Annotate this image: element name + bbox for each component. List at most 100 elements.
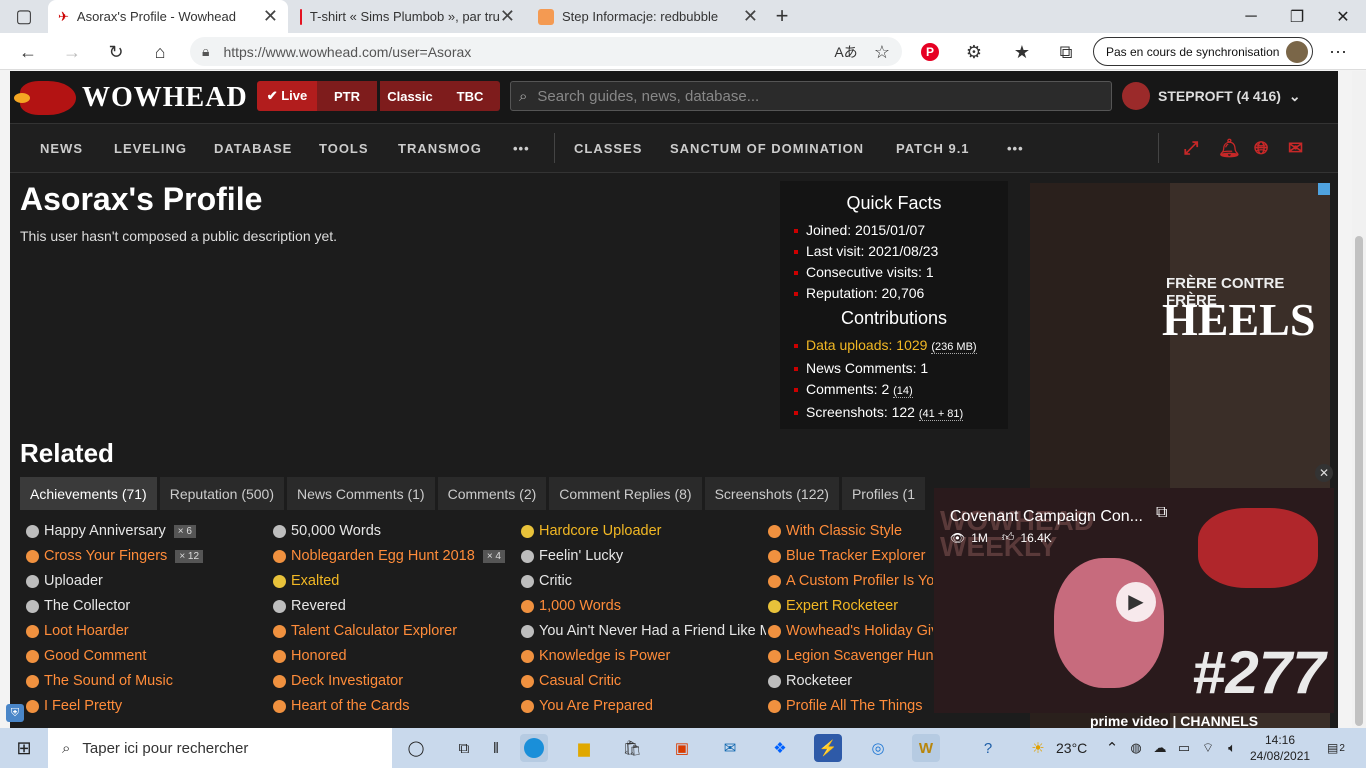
add-favorite-icon[interactable]: ☆ — [868, 38, 896, 66]
achievement-item[interactable]: Rocketeer — [768, 673, 933, 689]
maximize-icon[interactable]: ❐ — [1274, 0, 1320, 33]
office-icon[interactable]: ▣ — [668, 734, 696, 762]
menu-database[interactable]: DATABASE — [214, 123, 292, 173]
reload-icon[interactable]: ↻ — [102, 38, 130, 66]
achievement-item[interactable]: The Collector — [26, 598, 266, 614]
achievement-item[interactable]: You Ain't Never Had a Friend Like Me — [521, 623, 766, 639]
more-menu-icon[interactable]: ⋯ — [1324, 38, 1352, 66]
browser-tab[interactable]: T-shirt « Sims Plumbob », par tru ✕ — [290, 0, 525, 33]
edge-icon[interactable] — [520, 734, 548, 762]
tab-actions-icon[interactable]: ▢ — [10, 2, 38, 30]
achievement-item[interactable]: Happy Anniversary × 6 — [26, 523, 266, 539]
search-input[interactable]: ⌕ Search guides, news, database... — [510, 81, 1112, 111]
pinterest-icon[interactable]: P — [916, 38, 944, 66]
mail-icon[interactable]: ✉ — [1288, 123, 1304, 173]
clock[interactable]: 14:16 24/08/2021 — [1250, 732, 1310, 764]
temperature[interactable]: 23°C — [1056, 740, 1087, 756]
extensions-icon[interactable]: ⚙ — [960, 38, 988, 66]
achievement-item[interactable]: Cross Your Fingers × 12 — [26, 548, 266, 564]
achievement-item[interactable]: Critic — [521, 573, 766, 589]
wowhead-logo[interactable]: WOWHEAD — [14, 81, 248, 115]
external-link-icon[interactable]: ⧉ — [1156, 504, 1167, 522]
play-icon[interactable]: ▶ — [1116, 582, 1156, 622]
achievement-item[interactable]: Loot Hoarder — [26, 623, 266, 639]
taskbar-search[interactable]: ⌕ Taper ici pour rechercher — [48, 728, 392, 768]
close-tab-icon[interactable]: ✕ — [743, 6, 758, 27]
achievement-item[interactable]: Hardcore Uploader — [521, 523, 766, 539]
browser-tab-active[interactable]: ✈ Asorax's Profile - Wowhead ✕ — [48, 0, 288, 33]
dropbox-icon[interactable]: ❖ — [766, 734, 794, 762]
bluetooth-app-icon[interactable]: ◎ — [864, 734, 892, 762]
collections-icon[interactable]: ⧉ — [1052, 38, 1080, 66]
bell-icon[interactable]: 🔔︎ — [1218, 123, 1242, 173]
volume-icon[interactable]: 🔈︎ — [1218, 734, 1246, 762]
achievement-item[interactable]: You Are Prepared — [521, 698, 766, 714]
notification-icon[interactable]: ▤ 2 — [1322, 734, 1350, 762]
achievement-item[interactable]: Revered — [273, 598, 513, 614]
windows-start-icon[interactable]: ⊞ — [10, 734, 38, 762]
tab-profiles[interactable]: Profiles (1 — [841, 477, 925, 510]
version-classic-button[interactable]: Classic — [380, 81, 440, 111]
achievement-item[interactable]: Legion Scavenger Hunt — [768, 648, 933, 664]
menu-classes[interactable]: CLASSES — [574, 123, 642, 173]
achievement-item[interactable]: I Feel Pretty — [26, 698, 266, 714]
app-icon[interactable]: ⚡ — [814, 734, 842, 762]
menu-more-icon[interactable]: ••• — [1007, 123, 1024, 173]
close-video-icon[interactable]: ✕ — [1315, 464, 1333, 482]
sync-status-button[interactable]: Pas en cours de synchronisation — [1093, 37, 1313, 66]
menu-leveling[interactable]: LEVELING — [114, 123, 187, 173]
new-tab-button[interactable]: + — [768, 2, 796, 30]
achievement-item[interactable]: Knowledge is Power — [521, 648, 766, 664]
achievement-item[interactable]: Talent Calculator Explorer — [273, 623, 513, 639]
weather-icon[interactable]: ☀ — [1024, 734, 1052, 762]
version-live-button[interactable]: ✔ Live — [257, 81, 317, 111]
menu-patch[interactable]: PATCH 9.1 — [896, 123, 970, 173]
achievement-item[interactable]: Expert Rocketeer — [768, 598, 933, 614]
wow-launcher-icon[interactable]: W — [912, 734, 940, 762]
version-tbc-button[interactable]: TBC — [440, 81, 500, 111]
tab-comments[interactable]: Comments (2) — [437, 477, 547, 510]
tab-reputation[interactable]: Reputation (500) — [159, 477, 285, 510]
scrollbar-thumb[interactable] — [1355, 236, 1363, 726]
scrollbar[interactable] — [1352, 71, 1366, 728]
achievement-item[interactable]: A Custom Profiler Is You — [768, 573, 933, 589]
achievement-item[interactable]: Honored — [273, 648, 513, 664]
mail-app-icon[interactable]: ✉ — [716, 734, 744, 762]
close-window-icon[interactable]: ✕ — [1320, 0, 1366, 33]
achievement-item[interactable]: Wowhead's Holiday Giving — [768, 623, 933, 639]
achievement-item[interactable]: Uploader — [26, 573, 266, 589]
tab-screenshots[interactable]: Screenshots (122) — [704, 477, 839, 510]
achievement-item[interactable]: Profile All The Things — [768, 698, 933, 714]
menu-news[interactable]: NEWS — [40, 123, 83, 173]
achievement-item[interactable]: Noblegarden Egg Hunt 2018 × 4 — [273, 548, 513, 564]
globe-icon[interactable]: 🌐︎ — [1254, 123, 1269, 173]
store-icon[interactable]: 🛍︎ — [618, 734, 646, 762]
tab-comment-replies[interactable]: Comment Replies (8) — [549, 477, 702, 510]
menu-more-icon[interactable]: ••• — [513, 123, 530, 173]
help-icon[interactable]: ? — [974, 734, 1002, 762]
achievement-item[interactable]: 50,000 Words — [273, 523, 513, 539]
achievement-item[interactable]: Good Comment — [26, 648, 266, 664]
shield-icon[interactable]: ⛨ — [6, 704, 24, 722]
achievement-item[interactable]: Feelin' Lucky — [521, 548, 766, 564]
achievement-item[interactable]: Casual Critic — [521, 673, 766, 689]
task-view-icon[interactable]: ⧉ — [450, 734, 478, 762]
achievement-item[interactable]: Heart of the Cards — [273, 698, 513, 714]
expand-icon[interactable]: ⤢ — [1184, 123, 1199, 173]
tab-news-comments[interactable]: News Comments (1) — [287, 477, 435, 510]
user-menu[interactable]: STEPROFT (4 416) ⌄ — [1122, 82, 1301, 110]
cortana-icon[interactable]: ◯ — [402, 734, 430, 762]
close-tab-icon[interactable]: ✕ — [263, 6, 278, 27]
tab-achievements[interactable]: Achievements (71) — [20, 477, 157, 510]
achievement-item[interactable]: 1,000 Words — [521, 598, 766, 614]
adchoices-icon[interactable] — [1318, 183, 1330, 195]
achievement-item[interactable]: The Sound of Music — [26, 673, 266, 689]
achievement-item[interactable]: With Classic Style — [768, 523, 933, 539]
close-tab-icon[interactable]: ✕ — [500, 6, 515, 27]
address-bar[interactable]: 🔒︎ https://www.wowhead.com/user=Asorax — [190, 37, 902, 66]
achievement-item[interactable]: Exalted — [273, 573, 513, 589]
menu-sanctum[interactable]: SANCTUM OF DOMINATION — [670, 123, 864, 173]
minimize-icon[interactable]: ─ — [1228, 0, 1274, 33]
video-player[interactable]: WOWHEAD WEEKLY Covenant Campaign Con... … — [934, 488, 1334, 713]
read-aloud-icon[interactable]: Aあ — [832, 38, 860, 66]
